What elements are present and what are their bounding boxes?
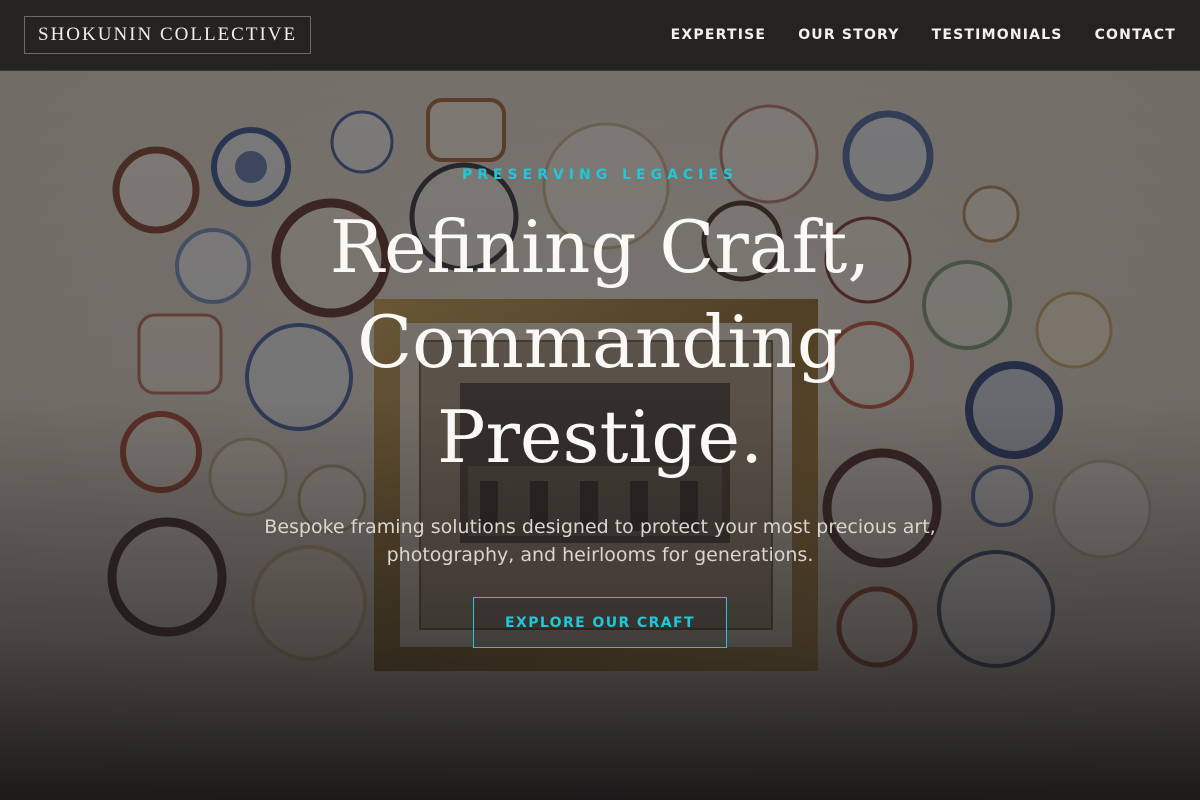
- nav-link-testimonials[interactable]: TESTIMONIALS: [932, 27, 1063, 43]
- nav-link-expertise[interactable]: EXPERTISE: [671, 27, 767, 43]
- hero-headline: Refining Craft, Commanding Prestige.: [0, 200, 1200, 485]
- subtitle-line-2: photography, and heirlooms for generatio…: [386, 544, 814, 566]
- explore-craft-button[interactable]: EXPLORE OUR CRAFT: [473, 597, 727, 648]
- headline-line-2: Commanding: [357, 300, 843, 384]
- headline-line-1: Refining Craft,: [329, 205, 871, 289]
- subtitle-line-1: Bespoke framing solutions designed to pr…: [264, 516, 936, 538]
- main-nav: EXPERTISE OUR STORY TESTIMONIALS CONTACT: [639, 27, 1176, 43]
- brand-logo[interactable]: SHOKUNIN COLLECTIVE: [24, 16, 312, 54]
- hero-eyebrow: PRESERVING LEGACIES: [461, 167, 739, 183]
- top-navbar: SHOKUNIN COLLECTIVE EXPERTISE OUR STORY …: [0, 0, 1200, 71]
- hero-subtitle: Bespoke framing solutions designed to pr…: [250, 513, 950, 569]
- nav-link-our-story[interactable]: OUR STORY: [798, 27, 899, 43]
- nav-link-contact[interactable]: CONTACT: [1095, 27, 1176, 43]
- headline-line-3: Prestige.: [437, 395, 763, 479]
